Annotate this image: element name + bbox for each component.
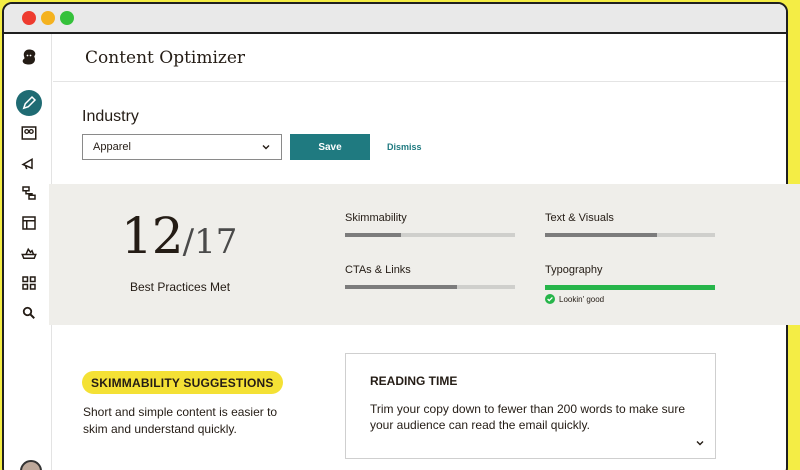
progress-fill bbox=[545, 233, 658, 237]
progress-track bbox=[345, 233, 515, 237]
metric-text-visuals: Text & Visuals bbox=[545, 212, 715, 237]
metric-label: Skimmability bbox=[345, 212, 407, 224]
suggestions-badge: SKIMMABILITY SUGGESTIONS bbox=[82, 371, 283, 394]
reading-time-text: Trim your copy down to fewer than 200 wo… bbox=[370, 402, 686, 432]
automations-icon[interactable] bbox=[18, 182, 40, 204]
typography-status: Lookin' good bbox=[545, 294, 604, 304]
megaphone-icon[interactable] bbox=[18, 152, 40, 174]
metric-label: Text & Visuals bbox=[545, 212, 614, 224]
metric-typography: Typography bbox=[545, 264, 715, 290]
score-met: 12 bbox=[121, 207, 184, 265]
progress-fill bbox=[345, 285, 458, 289]
industry-label: Industry bbox=[82, 108, 139, 125]
avatar[interactable] bbox=[20, 460, 42, 470]
chevron-down-icon[interactable] bbox=[695, 438, 705, 448]
industry-select-value: Apparel bbox=[93, 141, 131, 153]
metric-label: CTAs & Links bbox=[345, 264, 411, 276]
zoom-window-button[interactable] bbox=[60, 11, 74, 25]
close-window-button[interactable] bbox=[22, 11, 36, 25]
reading-time-card[interactable]: READING TIME Trim your copy down to fewe… bbox=[345, 353, 716, 459]
score-total: /17 bbox=[182, 222, 238, 262]
search-icon[interactable] bbox=[18, 302, 40, 324]
content-icon[interactable] bbox=[18, 242, 40, 264]
metric-skimmability: Skimmability bbox=[345, 212, 515, 237]
suggestions-text: Short and simple content is easier to sk… bbox=[83, 405, 278, 436]
progress-track bbox=[345, 285, 515, 289]
check-circle-icon bbox=[545, 294, 555, 304]
mailchimp-logo-icon[interactable] bbox=[18, 46, 40, 68]
integrations-grid-icon[interactable] bbox=[18, 272, 40, 294]
chevron-down-icon bbox=[262, 145, 270, 150]
metric-ctas-links: CTAs & Links bbox=[345, 264, 515, 289]
sidebar bbox=[4, 34, 52, 470]
progress-fill bbox=[545, 285, 715, 290]
reading-time-title: READING TIME bbox=[370, 374, 458, 388]
progress-track bbox=[545, 233, 715, 237]
pencil-icon[interactable] bbox=[16, 90, 42, 116]
save-button[interactable]: Save bbox=[290, 134, 370, 160]
page-title: Content Optimizer bbox=[85, 48, 246, 68]
audience-icon[interactable] bbox=[18, 122, 40, 144]
title-bar bbox=[4, 4, 786, 34]
progress-track bbox=[545, 285, 715, 290]
minimize-window-button[interactable] bbox=[41, 11, 55, 25]
score-label: Best Practices Met bbox=[130, 280, 231, 294]
progress-fill bbox=[345, 233, 402, 237]
industry-select[interactable]: Apparel bbox=[82, 134, 282, 160]
dismiss-link[interactable]: Dismiss bbox=[387, 142, 422, 152]
score: 12/17 bbox=[121, 207, 261, 267]
status-text: Lookin' good bbox=[559, 294, 605, 304]
metric-label: Typography bbox=[545, 264, 603, 276]
page-header: Content Optimizer bbox=[53, 34, 786, 82]
website-icon[interactable] bbox=[18, 212, 40, 234]
